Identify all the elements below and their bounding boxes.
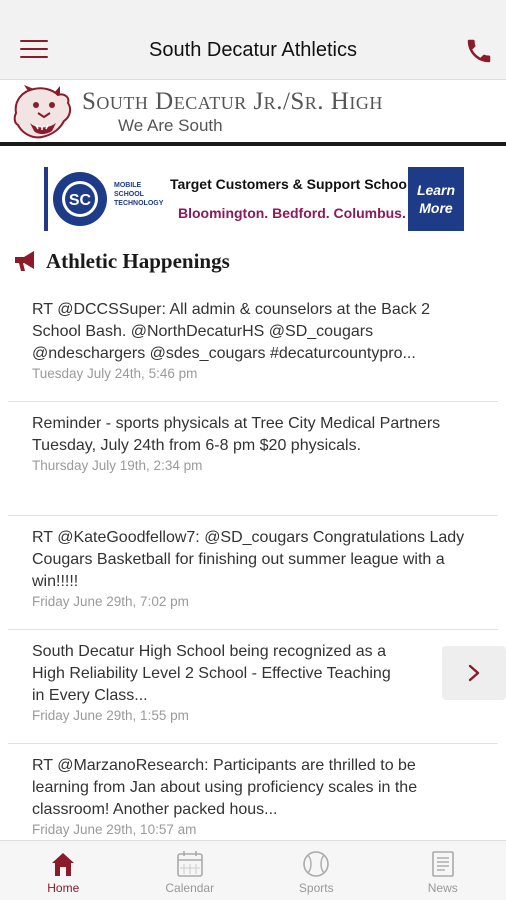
- section-header: Athletic Happenings: [12, 246, 230, 276]
- home-icon: [52, 853, 75, 876]
- feed-item[interactable]: South Decatur High School being recogniz…: [8, 630, 498, 744]
- banner-side-text: MOBILE SCHOOL TECHNOLOGY: [114, 182, 164, 207]
- tab-sports[interactable]: Sports: [253, 841, 380, 900]
- banner-headline: Target Customers & Support Schools: [170, 176, 419, 192]
- school-tagline: We Are South: [118, 116, 223, 135]
- megaphone-icon: [12, 249, 38, 273]
- tab-news[interactable]: News: [380, 841, 506, 900]
- menu-icon[interactable]: [20, 40, 48, 62]
- chevron-right-icon: [468, 664, 480, 682]
- feed-item-date: Friday June 29th, 7:02 pm: [32, 594, 189, 609]
- feed-item[interactable]: Reminder - sports physicals at Tree City…: [8, 402, 498, 516]
- banner-accent-bar: [44, 167, 48, 231]
- page-title: South Decatur Athletics: [149, 39, 357, 61]
- tab-label: Calendar: [165, 881, 215, 895]
- svg-text:SC: SC: [69, 192, 92, 209]
- feed-item-text: RT @DCCSSuper: All admin & counselors at…: [32, 301, 431, 362]
- tab-label: Sports: [298, 881, 334, 895]
- feed-item-text: RT @KateGoodfellow7: @SD_cougars Congrat…: [32, 529, 465, 590]
- phone-icon[interactable]: [464, 36, 494, 66]
- news-icon: [431, 851, 454, 877]
- feed-item-text: Reminder - sports physicals at Tree City…: [32, 415, 441, 454]
- feed-item-text: RT @MarzanoResearch: Participants are th…: [32, 757, 418, 818]
- calendar-icon: [176, 851, 203, 877]
- feed-item[interactable]: RT @DCCSSuper: All admin & counselors at…: [8, 288, 498, 402]
- feed-item[interactable]: RT @KateGoodfellow7: @SD_cougars Congrat…: [8, 516, 498, 630]
- ad-banner[interactable]: SC MOBILE SCHOOL TECHNOLOGY Target Custo…: [44, 167, 464, 231]
- tab-label: Home: [47, 881, 80, 895]
- school-header: South Decatur Jr./Sr. High We Are South: [0, 80, 506, 146]
- status-bar-area: [0, 0, 506, 22]
- cougar-logo: [10, 83, 74, 141]
- section-title: Athletic Happenings: [46, 248, 230, 273]
- feed-item-date: Tuesday July 24th, 5:46 pm: [32, 366, 198, 381]
- next-page-button[interactable]: [442, 646, 506, 700]
- tab-bar: Home Calendar Sports News: [0, 840, 506, 900]
- feed-item-date: Thursday July 19th, 2:34 pm: [32, 458, 203, 473]
- tab-calendar[interactable]: Calendar: [127, 841, 254, 900]
- feed-item-text: South Decatur High School being recogniz…: [32, 643, 391, 704]
- news-feed: RT @DCCSSuper: All admin & counselors at…: [0, 288, 506, 858]
- baseball-icon: [303, 851, 330, 877]
- feed-item-date: Friday June 29th, 10:57 am: [32, 822, 197, 837]
- school-name: South Decatur Jr./Sr. High: [82, 88, 383, 115]
- banner-cities: Bloomington. Bedford. Columbus.: [178, 205, 406, 221]
- nav-bar: South Decatur Athletics: [0, 22, 506, 80]
- tab-label: News: [427, 881, 458, 895]
- school-courier-logo: SC: [50, 170, 110, 228]
- tab-home[interactable]: Home: [0, 841, 127, 900]
- feed-item-date: Friday June 29th, 1:55 pm: [32, 708, 189, 723]
- learn-more-button[interactable]: Learn More: [408, 167, 464, 231]
